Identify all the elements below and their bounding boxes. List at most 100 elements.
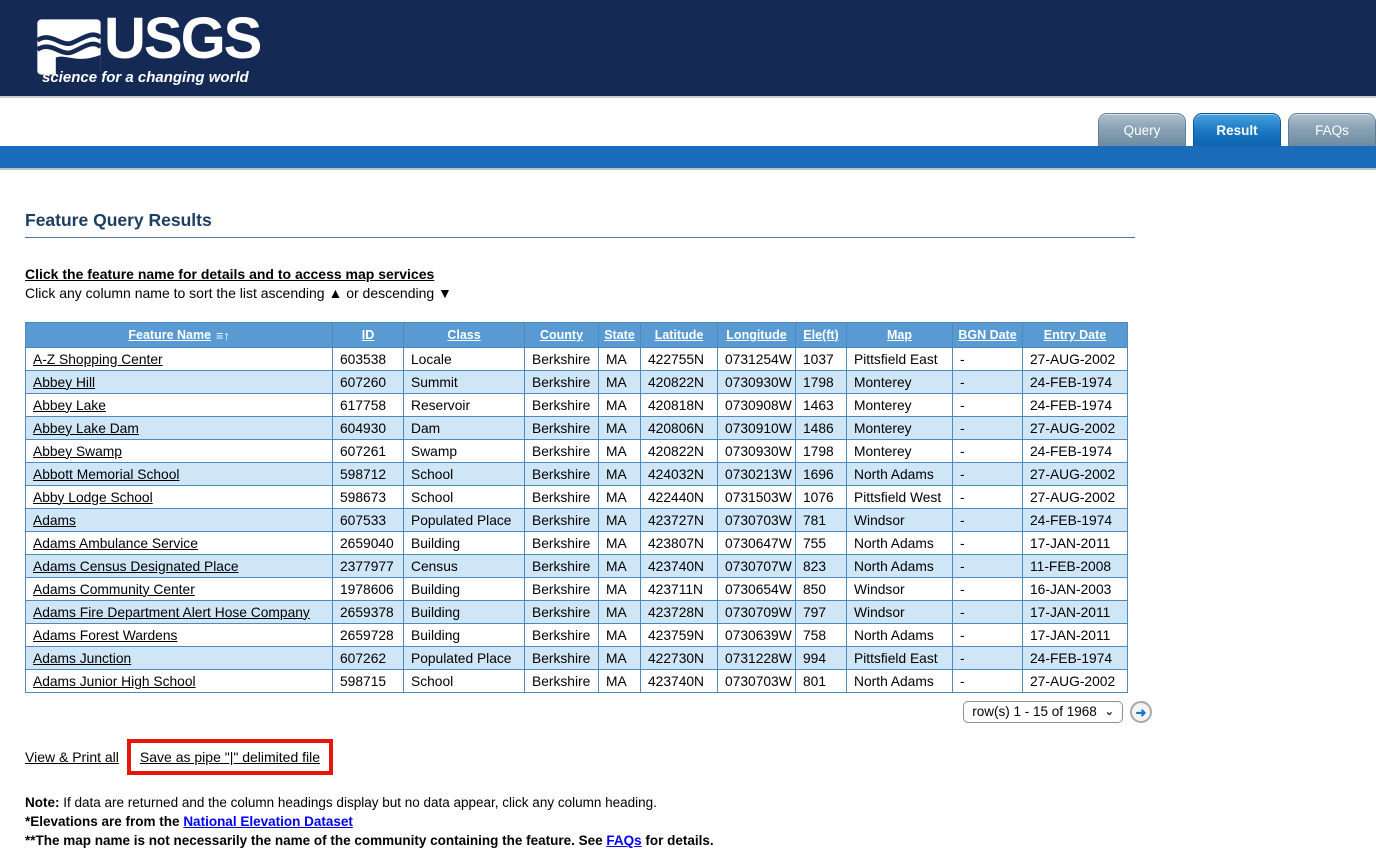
faqs-link[interactable]: FAQs xyxy=(606,833,641,848)
column-header-class[interactable]: Class xyxy=(403,322,525,348)
feature-link[interactable]: Abbey Swamp xyxy=(33,444,122,459)
column-header-latitude[interactable]: Latitude xyxy=(640,322,718,348)
table-cell: MA xyxy=(598,623,641,647)
table-cell: 781 xyxy=(795,508,847,532)
feature-link[interactable]: A-Z Shopping Center xyxy=(33,352,163,367)
table-cell: 850 xyxy=(795,577,847,601)
column-header-id[interactable]: ID xyxy=(332,322,404,348)
rows-select[interactable]: row(s) 1 - 15 of 1968 ⌄ xyxy=(963,701,1123,723)
table-cell: 422730N xyxy=(640,646,718,670)
tab-query[interactable]: Query xyxy=(1098,113,1186,146)
table-cell: 423711N xyxy=(640,577,718,601)
table-cell: Windsor xyxy=(846,508,953,532)
table-cell: North Adams xyxy=(846,623,953,647)
go-next-button[interactable]: ➜ xyxy=(1130,701,1152,723)
column-header-map[interactable]: Map xyxy=(846,322,953,348)
column-header-longitude[interactable]: Longitude xyxy=(717,322,796,348)
sort-ascending-icon: ≡↑ xyxy=(216,328,230,343)
results-table: Feature Name ≡↑ ID Class County State Latitude… xyxy=(25,322,1128,693)
column-header-label: Ele(ft) xyxy=(803,328,839,342)
table-cell: Berkshire xyxy=(524,485,599,509)
feature-name-cell: Adams Ambulance Service xyxy=(25,531,333,555)
table-cell: School xyxy=(403,485,525,509)
feature-link[interactable]: Adams Ambulance Service xyxy=(33,536,198,551)
table-cell: Berkshire xyxy=(524,669,599,693)
table-cell: Windsor xyxy=(846,600,953,624)
table-cell: 0730639W xyxy=(717,623,796,647)
feature-name-cell: Abbey Lake Dam xyxy=(25,416,333,440)
column-header-label: Class xyxy=(447,328,481,342)
table-cell: 11-FEB-2008 xyxy=(1022,554,1128,578)
feature-link[interactable]: Adams Census Designated Place xyxy=(33,559,239,574)
table-cell: 17-JAN-2011 xyxy=(1022,531,1128,555)
table-cell: Berkshire xyxy=(524,623,599,647)
table-cell: 27-AUG-2002 xyxy=(1022,416,1128,440)
feature-link[interactable]: Adams Fire Department Alert Hose Company xyxy=(33,605,310,620)
feature-link[interactable]: Adams Junior High School xyxy=(33,674,196,689)
table-cell: 0730930W xyxy=(717,439,796,463)
feature-link[interactable]: Abbott Memorial School xyxy=(33,467,179,482)
feature-link[interactable]: Adams xyxy=(33,513,76,528)
table-cell: 0730703W xyxy=(717,508,796,532)
national-elevation-dataset-link[interactable]: National Elevation Dataset xyxy=(183,814,353,829)
table-cell: - xyxy=(952,623,1023,647)
column-header-county[interactable]: County xyxy=(524,322,599,348)
table-cell: Pittsfield West xyxy=(846,485,953,509)
table-cell: Berkshire xyxy=(524,439,599,463)
table-row: Abbott Memorial School 598712 School Berksh… xyxy=(25,462,1128,486)
column-header-ele-ft-[interactable]: Ele(ft) xyxy=(795,322,847,348)
column-header-label: ID xyxy=(361,328,375,342)
feature-name-cell: Adams Community Center xyxy=(25,577,333,601)
table-cell: 24-FEB-1974 xyxy=(1022,370,1128,394)
tab-faqs[interactable]: FAQs xyxy=(1288,113,1376,146)
feature-link[interactable]: Adams Junction xyxy=(33,651,131,666)
table-cell: 0730647W xyxy=(717,531,796,555)
table-cell: Building xyxy=(403,600,525,624)
table-cell: 755 xyxy=(795,531,847,555)
table-cell: 994 xyxy=(795,646,847,670)
table-cell: Monterey xyxy=(846,370,953,394)
table-cell: Berkshire xyxy=(524,554,599,578)
column-header-state[interactable]: State xyxy=(598,322,641,348)
feature-link[interactable]: Abbey Lake Dam xyxy=(33,421,139,436)
table-cell: 0730703W xyxy=(717,669,796,693)
feature-name-cell: Abbey Swamp xyxy=(25,439,333,463)
table-cell: - xyxy=(952,508,1023,532)
feature-link[interactable]: Adams Community Center xyxy=(33,582,195,597)
column-header-label: Feature Name xyxy=(128,327,212,342)
column-header-feature-name[interactable]: Feature Name ≡↑ xyxy=(25,322,333,348)
table-cell: Building xyxy=(403,623,525,647)
feature-link[interactable]: Abbey Hill xyxy=(33,375,95,390)
column-header-label: BGN Date xyxy=(958,328,1017,342)
table-cell: 604930 xyxy=(332,416,404,440)
feature-name-cell: Abbey Hill xyxy=(25,370,333,394)
column-header-bgn-date[interactable]: BGN Date xyxy=(952,322,1023,348)
instruction-sort: Click any column name to sort the list a… xyxy=(25,285,452,301)
feature-link[interactable]: Abby Lodge School xyxy=(33,490,153,505)
feature-name-cell: A-Z Shopping Center xyxy=(25,347,333,371)
usgs-wave-icon xyxy=(36,19,102,75)
table-cell: 0731254W xyxy=(717,347,796,371)
table-row: Adams Fire Department Alert Hose Company… xyxy=(25,600,1128,624)
table-cell: - xyxy=(952,600,1023,624)
table-cell: Pittsfield East xyxy=(846,646,953,670)
save-pipe-link[interactable]: Save as pipe "|" delimited file xyxy=(140,749,320,765)
table-head: Feature Name ≡↑ ID Class County State Latitude… xyxy=(25,322,1128,348)
feature-name-cell: Abby Lodge School xyxy=(25,485,333,509)
tab-result[interactable]: Result xyxy=(1193,113,1281,146)
view-print-link[interactable]: View & Print all xyxy=(25,749,119,765)
feature-name-cell: Adams xyxy=(25,508,333,532)
feature-link[interactable]: Abbey Lake xyxy=(33,398,106,413)
table-cell: Berkshire xyxy=(524,416,599,440)
table-cell: 423728N xyxy=(640,600,718,624)
table-cell: 0730910W xyxy=(717,416,796,440)
table-row: A-Z Shopping Center 603538 Locale Berkshire… xyxy=(25,347,1128,371)
note-line: Note: If data are returned and the colum… xyxy=(25,793,1376,812)
table-row: Abbey Swamp 607261 Swamp Berkshire MA 420822N… xyxy=(25,439,1128,463)
table-cell: - xyxy=(952,485,1023,509)
table-cell: 27-AUG-2002 xyxy=(1022,462,1128,486)
table-cell: Berkshire xyxy=(524,393,599,417)
feature-link[interactable]: Adams Forest Wardens xyxy=(33,628,177,643)
column-header-label: County xyxy=(539,328,584,342)
column-header-entry-date[interactable]: Entry Date xyxy=(1022,322,1128,348)
